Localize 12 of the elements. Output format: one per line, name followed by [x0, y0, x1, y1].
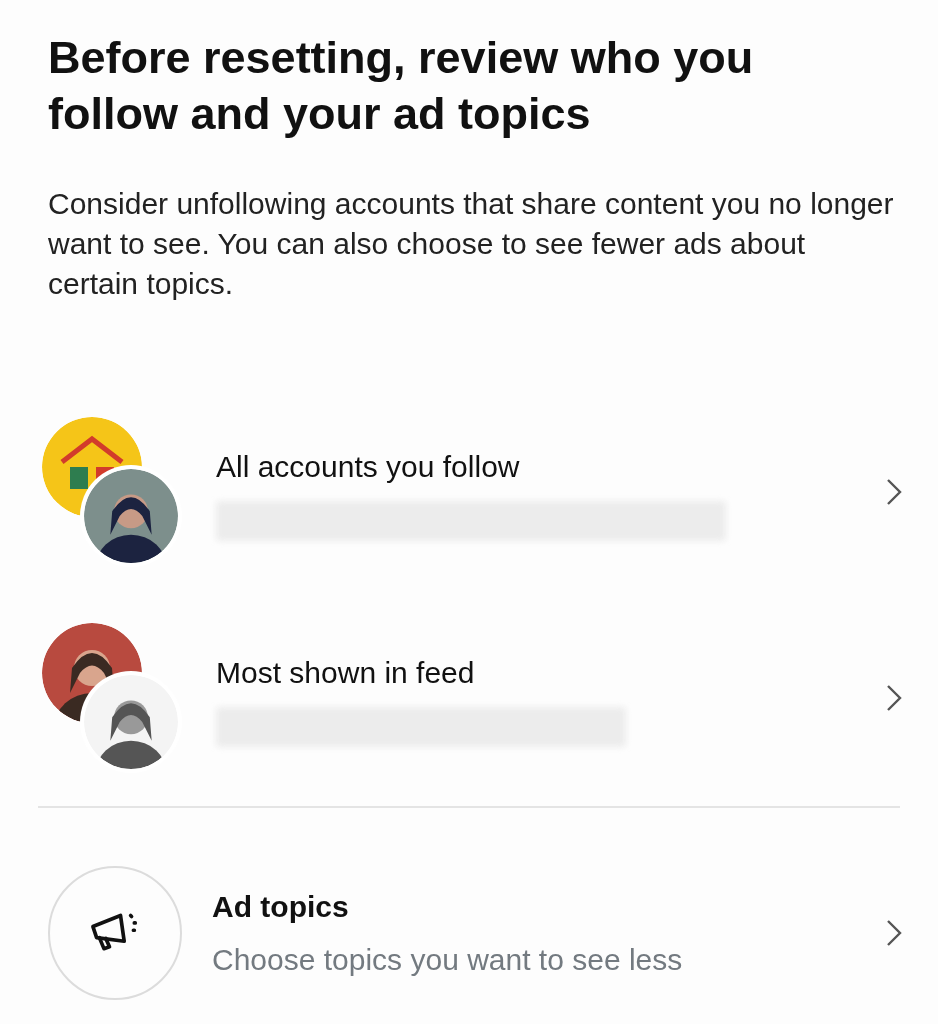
chevron-icon: [886, 684, 902, 712]
page-title: Before resetting, review who you follow and your ad topics: [47, 31, 755, 141]
list-row[interactable]: Ad topics Choose topics you want to see less: [0, 858, 938, 1008]
chevron-icon: [886, 478, 902, 506]
chevron-icon: [886, 919, 902, 947]
row-title: All accounts you follow: [216, 448, 521, 485]
description: Consider unfollowing accounts that share content you no longer want to see. You can also choose to see fewer ads about certain topics.: [47, 186, 895, 302]
list-row[interactable]: All accounts you follow: [0, 412, 938, 572]
list-row[interactable]: Most shown in feed: [0, 618, 938, 778]
row-title: Ad topics: [212, 889, 350, 925]
row-subtitle: Choose topics you want to see less: [212, 942, 684, 978]
row-title: Most shown in feed: [216, 654, 476, 691]
